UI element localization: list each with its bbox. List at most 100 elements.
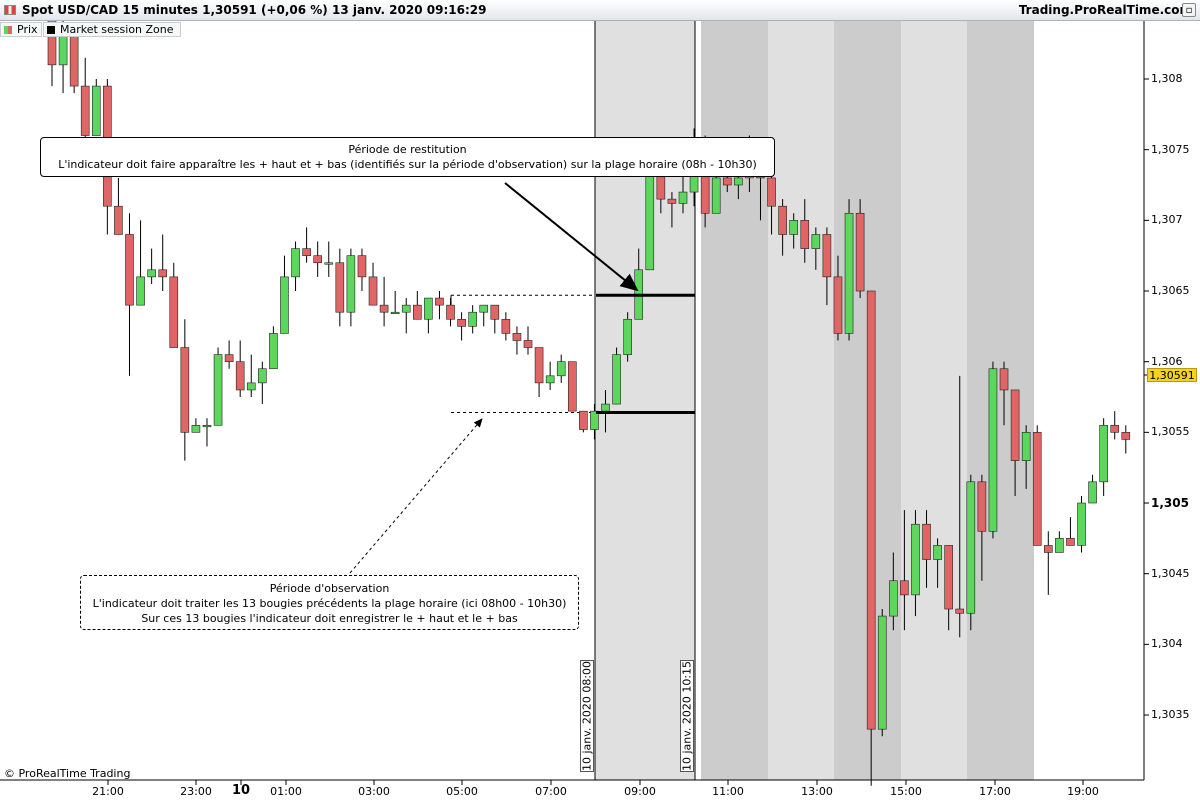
y-tick-label: 1,305: [1151, 496, 1189, 511]
y-tick-label: 1,3055: [1151, 425, 1190, 439]
bullish-candle: [424, 297, 433, 320]
x-tick-label: 05:00: [446, 785, 478, 798]
bearish-candle: [778, 205, 787, 235]
session-zone-light: [901, 21, 967, 780]
close-button[interactable]: ▫: [1182, 3, 1196, 17]
bearish-candle: [313, 255, 322, 264]
window-title-bar: Spot USD/CAD 15 minutes 1,30591 (+0,06 %…: [0, 0, 1200, 21]
bullish-candle: [1021, 432, 1031, 461]
bearish-candle: [523, 340, 533, 348]
bearish-candle: [501, 318, 511, 334]
bullish-candle: [1055, 538, 1064, 553]
observation-annotation: Période d'observation L'indicateur doit …: [80, 575, 579, 630]
bearish-candle: [235, 361, 245, 391]
y-tick-label: 1,307: [1151, 213, 1183, 227]
observation-line2: Sur ces 13 bougies l'indicateur doit enr…: [141, 612, 518, 625]
restitution-annotation: Période de restitution L'indicateur doit…: [40, 137, 775, 177]
bullish-candle: [877, 615, 887, 730]
bearish-candle: [512, 333, 522, 341]
y-tick-label: 1,308: [1151, 72, 1183, 85]
bearish-candle: [900, 580, 909, 596]
bearish-candle: [490, 304, 500, 320]
bearish-candle: [944, 545, 953, 610]
bearish-candle: [180, 347, 190, 433]
legend-label: Market session Zone: [60, 23, 174, 36]
bearish-candle: [822, 234, 832, 278]
x-tick-label: 11:00: [712, 785, 744, 798]
x-tick-label: 13:00: [801, 785, 833, 798]
x-tick-label: 15:00: [890, 785, 922, 798]
y-tick-label: 1,3065: [1151, 284, 1190, 297]
bearish-candle: [1110, 424, 1120, 433]
current-price-tag: 1,30591: [1147, 368, 1197, 382]
x-tick-label: 17:00: [979, 785, 1011, 798]
bearish-candle: [955, 608, 965, 614]
restitution-title: Période de restitution: [348, 143, 467, 156]
price-chart[interactable]: [0, 0, 1200, 800]
bearish-candle: [446, 304, 455, 320]
bearish-candle: [800, 220, 810, 249]
bearish-candle: [833, 276, 843, 334]
legend-item-price[interactable]: Prix: [0, 22, 42, 37]
bearish-candle: [169, 276, 179, 348]
bullish-candle: [911, 523, 920, 596]
bullish-candle: [346, 255, 356, 313]
bullish-candle: [789, 220, 798, 235]
bearish-candle: [1121, 432, 1131, 440]
observation-line1: L'indicateur doit traiter les 13 bougies…: [92, 597, 567, 610]
session-end-text: 10 janv. 2020 10:15: [680, 660, 694, 772]
bearish-candle: [866, 290, 876, 730]
bearish-candle: [413, 304, 422, 320]
brand-label: Trading.ProRealTime.com: [1018, 3, 1192, 17]
y-tick-label: 1,3035: [1151, 708, 1190, 722]
bearish-candle: [722, 177, 732, 186]
bullish-candle: [246, 382, 256, 391]
bearish-candle: [1032, 432, 1042, 546]
bullish-candle: [844, 212, 854, 334]
y-tick-label: 1,3045: [1151, 566, 1190, 580]
bullish-candle: [191, 424, 201, 433]
bullish-candle: [889, 580, 898, 617]
bullish-candle: [556, 361, 566, 377]
x-tick-label: 21:00: [92, 785, 124, 798]
bullish-candle: [1077, 502, 1086, 546]
bullish-candle: [601, 403, 610, 412]
x-tick-label: 03:00: [358, 785, 390, 798]
y-tick-label: 1,304: [1151, 637, 1183, 651]
bullish-candle: [678, 191, 688, 204]
bullish-candle: [1099, 424, 1108, 483]
bullish-candle: [258, 368, 267, 384]
x-tick-label: 09:00: [624, 785, 656, 798]
bullish-candle: [711, 177, 721, 214]
bullish-candle: [988, 368, 998, 532]
bearish-candle: [435, 297, 444, 306]
bearish-candle: [302, 248, 311, 256]
bearish-candle: [224, 354, 234, 362]
x-tick-label: 10: [231, 783, 251, 798]
legend-item-market-session[interactable]: Market session Zone: [43, 22, 181, 37]
bearish-candle: [667, 198, 677, 204]
bearish-candle: [357, 255, 367, 278]
session-end-label: 10 janv. 2020 10:15: [680, 660, 694, 772]
bearish-candle: [922, 523, 931, 560]
bearish-candle: [767, 177, 776, 207]
bullish-candle: [468, 311, 477, 327]
bearish-candle: [1010, 389, 1020, 461]
bearish-candle: [1066, 538, 1075, 546]
bearish-candle: [1044, 545, 1053, 553]
bearish-candle: [80, 85, 90, 136]
bullish-candle: [966, 481, 976, 614]
bearish-candle: [379, 304, 389, 313]
restitution-text: L'indicateur doit faire apparaître les +…: [58, 158, 757, 171]
bullish-candle: [545, 375, 555, 384]
session-zone-dark: [967, 21, 1034, 780]
session-swatch-icon: [47, 26, 55, 34]
bullish-candle: [401, 304, 411, 313]
bearish-candle: [977, 481, 987, 532]
bullish-candle: [291, 248, 300, 278]
bullish-candle: [645, 170, 655, 271]
bearish-candle: [457, 318, 466, 327]
bearish-candle: [999, 368, 1009, 391]
legend-label: Prix: [17, 23, 38, 36]
bullish-candle: [734, 177, 743, 186]
